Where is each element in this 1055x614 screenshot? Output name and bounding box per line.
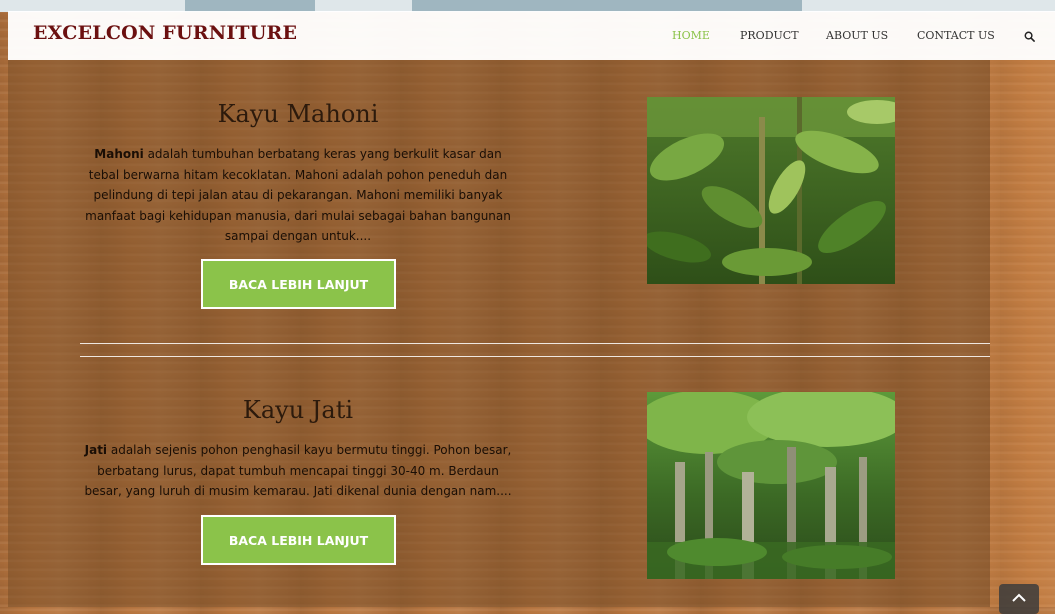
read-more-button[interactable]: BACA LEBIH LANJUT <box>201 515 396 565</box>
chevron-up-icon <box>1012 593 1026 602</box>
nav-item-about-us[interactable]: ABOUT US <box>826 29 888 42</box>
mahogany-tree-photo <box>647 97 895 284</box>
scroll-to-top-button[interactable] <box>999 584 1039 614</box>
card-text: adalah sejenis pohon penghasil kayu berm… <box>84 443 512 498</box>
search-icon[interactable] <box>1024 31 1035 42</box>
wood-background-edge <box>990 60 1055 607</box>
card-title: Kayu Jati <box>242 396 354 424</box>
site-logo[interactable]: EXCELCON FURNITURE <box>33 22 297 44</box>
card-highlight: Jati <box>84 443 108 457</box>
read-more-button[interactable]: BACA LEBIH LANJUT <box>201 259 396 309</box>
teak-forest-photo <box>647 392 895 579</box>
card-highlight: Mahoni <box>94 147 144 161</box>
site-header: EXCELCON FURNITURE HOME PRODUCT ABOUT US… <box>8 11 1055 60</box>
card-description: Jati adalah sejenis pohon penghasil kayu… <box>78 440 518 502</box>
card-title: Kayu Mahoni <box>217 100 379 128</box>
section-divider <box>80 343 990 344</box>
nav-item-product[interactable]: PRODUCT <box>740 29 799 42</box>
card-description: Mahoni adalah tumbuhan berbatang keras y… <box>78 144 518 247</box>
nav-item-home[interactable]: HOME <box>672 29 710 42</box>
section-divider <box>80 356 990 357</box>
card-text: adalah tumbuhan berbatang keras yang ber… <box>85 147 511 243</box>
nav-item-contact-us[interactable]: CONTACT US <box>917 29 995 42</box>
